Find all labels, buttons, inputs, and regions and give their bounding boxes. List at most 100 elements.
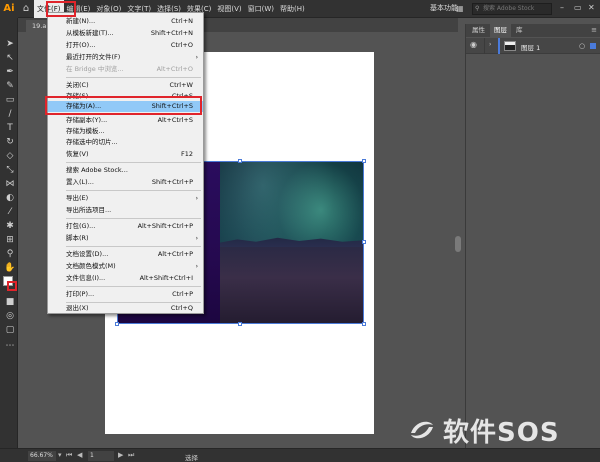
submenu-arrow-icon: › [195, 235, 198, 242]
last-artboard-icon[interactable]: ⏭ [128, 451, 134, 460]
selection-tool-icon[interactable]: ➤ [4, 38, 16, 50]
screen-mode-icon[interactable]: ▢ [4, 324, 16, 336]
menu-item-package[interactable]: 打包(G)... Alt+Shift+Ctrl+P [48, 221, 203, 232]
menu-item-export[interactable]: 导出(E) › [48, 193, 203, 204]
artboard-number-field[interactable]: 1 [88, 451, 114, 461]
width-tool-icon[interactable]: ⋈ [4, 178, 16, 190]
resize-handle[interactable] [238, 159, 242, 163]
menu-separator [66, 286, 201, 287]
app-logo: Ai [0, 0, 18, 18]
resize-handle[interactable] [362, 159, 366, 163]
menu-item-place[interactable]: 置入(L)... Shift+Ctrl+P [48, 177, 203, 188]
next-artboard-icon[interactable]: ▶ [118, 451, 123, 459]
layer-thumbnail [504, 41, 516, 51]
submenu-arrow-icon: › [195, 195, 198, 202]
file-menu-highlight-box [46, 1, 76, 17]
target-circle-icon[interactable]: ○ [579, 42, 585, 50]
type-tool-icon[interactable]: T [4, 122, 16, 134]
resize-handle[interactable] [362, 322, 366, 326]
direct-selection-tool-icon[interactable]: ↖ [4, 52, 16, 64]
tools-panel: ➤ ↖ ✒ ✎ ▭ / T ↻ ◇ ⤡ ⋈ ◐ ⁄ ✱ ⊞ ⚲ ✋ ■ ◎ ▢ … [0, 18, 18, 448]
stock-search-input[interactable]: ⚲ 搜索 Adobe Stock [472, 3, 552, 15]
expand-arrow-icon[interactable]: › [489, 41, 491, 48]
menu-item-save-slices[interactable]: 存储选中的切片... [48, 137, 203, 148]
menu-separator [66, 77, 201, 78]
lock-column[interactable] [484, 38, 485, 54]
workspace-switcher[interactable]: 基本功能 [430, 3, 458, 13]
first-artboard-icon[interactable]: ⏮ [66, 451, 72, 460]
close-icon[interactable]: ✕ [588, 3, 595, 12]
menu-item-new[interactable]: 新建(N)... Ctrl+N [48, 16, 203, 27]
eyedropper-tool-icon[interactable]: ⁄ [4, 206, 16, 218]
menu-window[interactable]: 窗口(W) [245, 0, 277, 18]
menu-item-save-copy[interactable]: 存储副本(Y)... Alt+Ctrl+S [48, 115, 203, 126]
menu-separator [66, 246, 201, 247]
watermark: 软件SOS [405, 410, 560, 450]
curvature-tool-icon[interactable]: ✎ [4, 80, 16, 92]
status-text[interactable]: 选择 [185, 452, 198, 462]
menu-help[interactable]: 帮助(H) [277, 0, 308, 18]
menu-item-exit[interactable]: 退出(X) Ctrl+Q [48, 303, 203, 314]
zoom-tool-icon[interactable]: ⚲ [4, 248, 16, 260]
menu-separator [66, 218, 201, 219]
menu-item-document-setup[interactable]: 文档设置(D)... Alt+Ctrl+P [48, 249, 203, 260]
status-bar: 66.67% ▾ ⏮ ◀ 1 ▶ ⏭ 选择 [0, 448, 600, 462]
paintbrush-tool-icon[interactable]: / [4, 108, 16, 120]
submenu-arrow-icon: › [195, 54, 198, 61]
color-mode-icon[interactable]: ■ [4, 296, 16, 308]
layer-row[interactable]: ◉ › 图层 1 ○ [466, 38, 600, 54]
tab-properties[interactable]: 属性 [468, 24, 489, 37]
submenu-arrow-icon: › [195, 263, 198, 270]
stroke-color-swatch[interactable] [7, 281, 17, 291]
file-menu-dropdown: 新建(N)... Ctrl+N 从模板新建(T)... Shift+Ctrl+N 打… [47, 12, 204, 314]
search-icon: ⚲ [475, 5, 480, 12]
menu-item-document-color-mode[interactable]: 文档颜色模式(M) › [48, 261, 203, 272]
menu-item-search-stock[interactable]: 搜索 Adobe Stock... [48, 165, 203, 176]
rectangle-tool-icon[interactable]: ▭ [4, 94, 16, 106]
zoom-level-field[interactable]: 66.67% [28, 451, 56, 461]
menu-separator [66, 162, 201, 163]
menu-view[interactable]: 视图(V) [214, 0, 244, 18]
canvas-scrollbar[interactable] [455, 236, 461, 252]
save-as-highlight-box [45, 96, 202, 115]
watermark-logo-icon [411, 421, 433, 439]
resize-handle[interactable] [115, 322, 119, 326]
menu-item-open[interactable]: 打开(O)... Ctrl+O [48, 40, 203, 51]
panel-menu-icon[interactable]: ≡ [591, 26, 597, 34]
menu-item-revert[interactable]: 恢复(V) F12 [48, 149, 203, 160]
eraser-tool-icon[interactable]: ◇ [4, 150, 16, 162]
layer-color-bar [498, 38, 500, 54]
hand-tool-icon[interactable]: ✋ [4, 262, 16, 274]
menu-item-new-from-template[interactable]: 从模板新建(T)... Shift+Ctrl+N [48, 28, 203, 39]
illustrator-window: Ai ⌂ 文件(F) 编辑(E) 对象(O) 文字(T) 选择(S) 效果(C)… [0, 0, 600, 462]
pen-tool-icon[interactable]: ✒ [4, 66, 16, 78]
scale-tool-icon[interactable]: ⤡ [4, 164, 16, 176]
zoom-dropdown-icon[interactable]: ▾ [58, 451, 62, 459]
menu-item-file-info[interactable]: 文件信息(I)... Alt+Shift+Ctrl+I [48, 273, 203, 284]
menu-item-open-recent[interactable]: 最近打开的文件(F) › [48, 52, 203, 63]
watermark-text: 软件SOS [443, 417, 560, 448]
tab-layers[interactable]: 图层 [490, 24, 511, 37]
menu-separator [66, 190, 201, 191]
menu-item-close[interactable]: 关闭(C) Ctrl+W [48, 80, 203, 91]
layer-name[interactable]: 图层 1 [521, 42, 540, 52]
menu-item-scripts[interactable]: 脚本(R) › [48, 233, 203, 244]
menu-item-save-template[interactable]: 存储为模板... [48, 126, 203, 137]
minimize-icon[interactable]: – [560, 3, 564, 12]
shape-builder-tool-icon[interactable]: ◐ [4, 192, 16, 204]
rotate-tool-icon[interactable]: ↻ [4, 136, 16, 148]
maximize-icon[interactable]: ▭ [574, 3, 582, 12]
previous-artboard-icon[interactable]: ◀ [77, 451, 82, 459]
edit-toolbar-icon[interactable]: ⋯ [4, 340, 16, 352]
draw-mode-icon[interactable]: ◎ [4, 310, 16, 322]
tab-libraries[interactable]: 库 [512, 24, 527, 37]
menu-item-export-selection[interactable]: 导出所选项目... [48, 205, 203, 216]
menu-item-print[interactable]: 打印(P)... Ctrl+P [48, 289, 203, 300]
home-icon[interactable]: ⌂ [18, 0, 34, 18]
artboard-tool-icon[interactable]: ⊞ [4, 234, 16, 246]
resize-handle[interactable] [362, 240, 366, 244]
visibility-eye-icon[interactable]: ◉ [470, 40, 477, 49]
symbol-sprayer-tool-icon[interactable]: ✱ [4, 220, 16, 232]
resize-handle[interactable] [238, 322, 242, 326]
selection-indicator[interactable] [590, 43, 596, 49]
